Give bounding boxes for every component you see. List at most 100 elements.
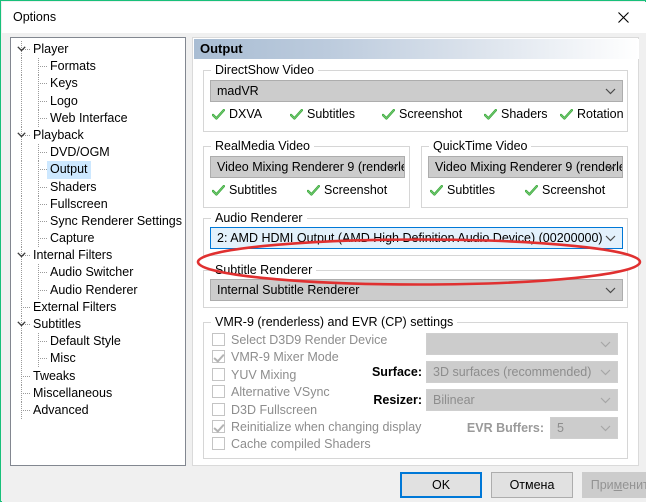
tree-guide — [38, 83, 47, 85]
feature-label: Rotation — [577, 107, 624, 121]
chevron-down-icon[interactable] — [15, 127, 28, 144]
tree-item-label: External Filters — [33, 299, 117, 314]
checkbox-vmr-9-mixer-mode: VMR-9 Mixer Mode — [212, 350, 339, 364]
tree-item-label: Subtitles — [33, 317, 81, 331]
tree-guide — [21, 195, 22, 213]
tree-item-output[interactable]: Output — [11, 161, 185, 179]
tree-item-player[interactable]: Player — [11, 41, 185, 59]
tree-item-label: Output — [47, 161, 91, 179]
feature-label: Shaders — [501, 107, 548, 121]
tree-item-capture[interactable]: Capture — [11, 230, 185, 248]
tree-guide — [21, 109, 22, 127]
tree-item-label: Logo — [50, 93, 78, 108]
tree-item-misc[interactable]: Misc — [11, 350, 185, 368]
realmedia-video-value: Video Mixing Renderer 9 (renderless) — [217, 160, 405, 174]
tree-item-miscellaneous[interactable]: Miscellaneous — [11, 384, 185, 402]
tree-guide — [21, 392, 30, 394]
checkbox-label: YUV Mixing — [231, 367, 297, 382]
tree-item-fullscreen[interactable]: Fullscreen — [11, 195, 185, 213]
tree-item-subtitles[interactable]: Subtitles — [11, 316, 185, 334]
chevron-down-icon[interactable] — [15, 316, 28, 333]
tree-item-external-filters[interactable]: External Filters — [11, 298, 185, 316]
tree-guide — [38, 289, 47, 291]
directshow-video-combo[interactable]: madVR — [210, 80, 623, 102]
realmedia-video-combo[interactable]: Video Mixing Renderer 9 (renderless) — [210, 156, 405, 178]
tree-item-internal-filters[interactable]: Internal Filters — [11, 247, 185, 265]
close-icon[interactable] — [601, 2, 646, 33]
tree-item-web-interface[interactable]: Web Interface — [11, 109, 185, 127]
tree-guide — [21, 264, 22, 282]
audio-renderer-combo[interactable]: 2: AMD HDMI Output (AMD High Definition … — [210, 227, 623, 249]
feature-label: Subtitles — [229, 183, 277, 197]
tree-guide — [21, 178, 22, 196]
tree-item-sync-renderer-settings[interactable]: Sync Renderer Settings — [11, 212, 185, 231]
audio-renderer-value: 2: AMD HDMI Output (AMD High Definition … — [217, 231, 603, 245]
feature-screenshot: Screenshot — [381, 107, 463, 123]
tree-item-advanced[interactable]: Advanced — [11, 401, 185, 420]
tree-item-label: Fullscreen — [50, 196, 108, 211]
chevron-down-icon[interactable] — [15, 41, 28, 58]
quicktime-video-combo[interactable]: Video Mixing Renderer 9 (renderless) — [428, 156, 623, 178]
chevron-down-icon — [605, 81, 616, 101]
group-quicktime-legend: QuickTime Video — [429, 139, 532, 153]
tree-item-default-style[interactable]: Default Style — [11, 333, 185, 351]
checkbox-box — [212, 385, 225, 399]
chevron-down-icon[interactable] — [15, 247, 28, 264]
tree-item-label: Shaders — [50, 179, 97, 194]
tree-item-label: Sync Renderer Settings — [50, 213, 183, 228]
green-check-icon — [483, 109, 497, 123]
group-vmr9-settings: VMR-9 (renderless) and EVR (CP) settings… — [203, 315, 628, 459]
group-quicktime-video: QuickTime Video Video Mixing Renderer 9 … — [421, 139, 628, 208]
group-directshow-video: DirectShow Video madVR DXVA Subtitles Scre… — [203, 63, 628, 132]
group-subtitle-renderer: Subtitle Renderer Internal Subtitle Rend… — [203, 263, 628, 308]
tree-guide — [38, 152, 47, 154]
feature-screenshot: Screenshot — [306, 183, 387, 199]
tree-item-label: Formats — [50, 59, 96, 74]
feature-dxva: DXVA — [211, 107, 262, 123]
tree-guide — [38, 169, 47, 171]
checkbox-box — [212, 333, 225, 346]
checkbox-box — [212, 402, 225, 416]
green-check-icon — [429, 185, 443, 199]
apply-button: Применить — [582, 472, 646, 498]
cancel-button[interactable]: Отмена — [491, 472, 573, 498]
settings-page-output: Output DirectShow Video madVR DXVA Subtit… — [192, 37, 639, 466]
green-check-icon — [381, 109, 395, 123]
feature-label: Screenshot — [542, 183, 606, 197]
close-glyph — [618, 12, 629, 23]
settings-tree[interactable]: Player Formats Keys Logo Web Interface Playba… — [10, 37, 186, 466]
tree-item-audio-renderer[interactable]: Audio Renderer — [11, 281, 185, 299]
checkbox-label: Reinitialize when changing display — [231, 420, 422, 434]
feature-label: Screenshot — [399, 107, 463, 121]
chevron-down-icon — [605, 157, 616, 177]
tree-item-shaders[interactable]: Shaders — [11, 178, 185, 196]
chevron-down-icon — [387, 157, 398, 177]
subtitle-renderer-combo[interactable]: Internal Subtitle Renderer — [210, 279, 623, 301]
tree-item-label: Miscellaneous — [33, 385, 113, 400]
tree-item-formats[interactable]: Formats — [11, 58, 185, 76]
tree-guide — [21, 58, 22, 76]
tree-item-logo[interactable]: Logo — [11, 92, 185, 110]
tree-guide — [38, 66, 47, 68]
chevron-down-icon — [605, 280, 616, 300]
tree-item-keys[interactable]: Keys — [11, 75, 185, 93]
tree-guide — [38, 272, 47, 274]
green-check-icon — [559, 109, 573, 123]
tree-item-audio-switcher[interactable]: Audio Switcher — [11, 264, 185, 282]
feature-rotation: Rotation — [559, 107, 624, 123]
group-vmr9-legend: VMR-9 (renderless) and EVR (CP) settings — [211, 315, 458, 329]
tree-item-label: Capture — [50, 231, 95, 246]
chevron-down-icon — [600, 390, 611, 410]
tree-guide — [21, 375, 30, 377]
tree-item-playback[interactable]: Playback — [11, 126, 185, 145]
feature-label: Subtitles — [447, 183, 495, 197]
green-check-icon — [211, 109, 225, 123]
checkbox-box — [212, 350, 225, 364]
checkbox-alternative-vsync: Alternative VSync — [212, 385, 330, 399]
tree-item-tweaks[interactable]: Tweaks — [11, 367, 185, 385]
tree-guide — [38, 220, 47, 222]
ok-button[interactable]: OK — [400, 472, 482, 498]
tree-item-dvd-ogm[interactable]: DVD/OGM — [11, 144, 185, 162]
feature-screenshot: Screenshot — [524, 183, 606, 199]
tree-item-label: DVD/OGM — [50, 145, 110, 160]
